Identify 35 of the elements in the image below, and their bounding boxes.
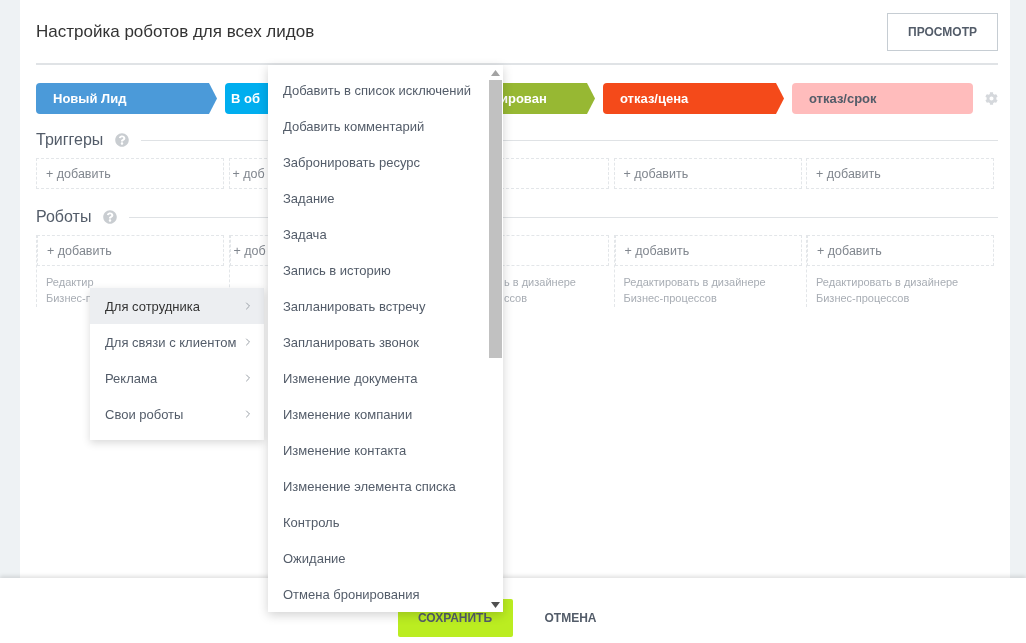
robot-menu-item[interactable]: Запланировать встречу	[268, 288, 487, 325]
robot-menu-item[interactable]: Ожидание	[268, 540, 487, 577]
help-icon[interactable]	[115, 133, 130, 147]
category-menu-item[interactable]: Для связи с клиентом	[90, 324, 264, 360]
stage-tab[interactable]: отказ/цена	[603, 83, 784, 114]
help-icon[interactable]	[103, 210, 118, 224]
scrollbar-thumb[interactable]	[488, 80, 502, 358]
add-trigger-slot[interactable]: + добавить	[806, 158, 994, 189]
robot-menu-item[interactable]: Контроль	[268, 504, 487, 541]
cancel-button[interactable]: ОТМЕНА	[520, 599, 621, 637]
scroll-down-icon[interactable]	[490, 602, 500, 608]
settings-icon[interactable]	[985, 92, 998, 105]
robot-menu-item[interactable]: Изменение элемента списка	[268, 468, 487, 505]
page-title: Настройка роботов для всех лидов	[36, 21, 315, 42]
add-robot-slot[interactable]: + добавить	[37, 235, 224, 266]
add-trigger-slot[interactable]: + добавить	[36, 158, 224, 189]
category-menu-item[interactable]: Для сотрудника	[90, 288, 264, 324]
section-title: Роботы	[36, 208, 92, 226]
add-robot-slot[interactable]: + добавить	[614, 235, 802, 266]
robot-menu-item[interactable]: Задача	[268, 216, 487, 253]
category-menu-item[interactable]: Реклама	[90, 360, 264, 396]
robot-menu-item[interactable]: Запись в историю	[268, 252, 487, 289]
section-title: Триггеры	[36, 131, 104, 149]
category-menu-item[interactable]: Свои роботы	[90, 396, 264, 432]
stage-tab[interactable]: отказ/срок	[792, 83, 973, 114]
robot-menu-item[interactable]: Изменение документа	[268, 360, 487, 397]
add-trigger-slot[interactable]: + добавить	[613, 158, 802, 189]
add-robot-slot[interactable]: + добавить	[807, 235, 994, 266]
scroll-up-icon[interactable]	[490, 70, 500, 76]
robot-menu-item[interactable]: Забронировать ресурс	[268, 144, 487, 181]
robot-menu-item[interactable]: Задание	[268, 180, 487, 217]
robot-menu-item[interactable]: Изменение компании	[268, 396, 487, 433]
preview-button[interactable]: ПРОСМОТР	[887, 12, 998, 51]
robot-menu-item[interactable]: Изменение контакта	[268, 432, 487, 469]
robot-menu-item[interactable]: Запланировать звонок	[268, 324, 487, 361]
